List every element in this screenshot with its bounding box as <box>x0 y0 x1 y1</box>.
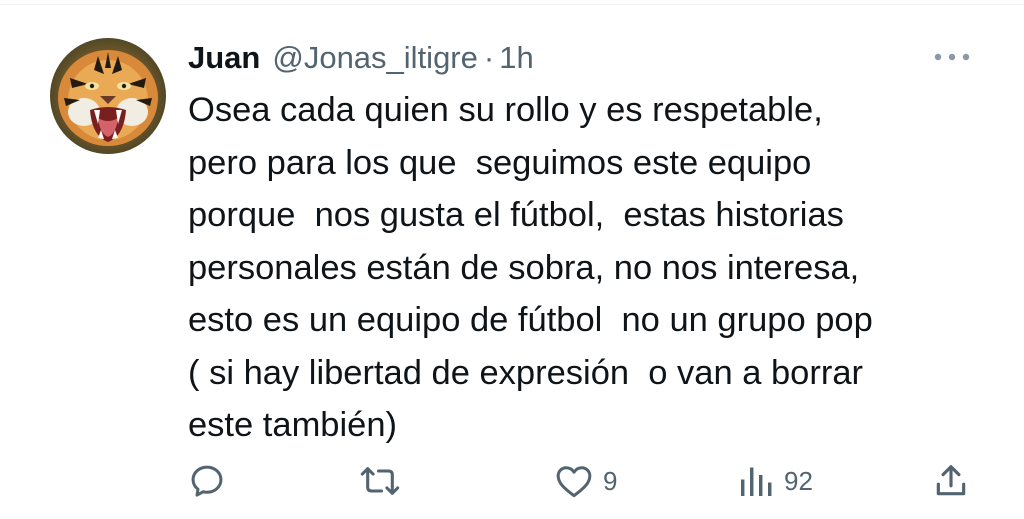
like-button[interactable]: 9 <box>555 455 617 507</box>
tweet-text-line: ( si hay libertad de expresión o van a b… <box>188 353 864 392</box>
avatar[interactable] <box>50 38 166 154</box>
user-handle[interactable]: @Jonas_iltigre <box>272 40 478 76</box>
display-name[interactable]: Juan <box>188 40 260 76</box>
reply-button[interactable] <box>188 455 226 507</box>
retweet-icon <box>360 467 400 495</box>
tweet-text-line: Osea cada quien su rollo y es respetable… <box>188 91 823 129</box>
views-button[interactable]: 92 <box>738 455 813 507</box>
tweet-header: Juan @Jonas_iltigre · 1h <box>188 36 534 80</box>
heart-icon <box>556 466 592 498</box>
tweet[interactable]: Juan @Jonas_iltigre · 1h Osea cada quien… <box>0 0 1024 519</box>
more-horizontal-icon <box>934 53 970 61</box>
views-chart-icon <box>741 467 772 496</box>
tweet-text-line: porque nos gusta el fútbol, estas histor… <box>188 196 844 234</box>
timestamp[interactable]: 1h <box>499 40 533 76</box>
tweet-text-line: personales están de sobra, no nos intere… <box>188 248 860 287</box>
tiger-avatar-icon <box>50 38 166 154</box>
like-count: 9 <box>603 465 618 496</box>
share-icon <box>936 465 966 496</box>
tweet-text: Osea cada quien su rollo y es respetable… <box>188 84 998 452</box>
tweet-text-line: pero para los que seguimos este equipo <box>188 143 812 182</box>
reply-icon <box>191 465 223 497</box>
action-bar: 9 92 <box>0 455 1024 507</box>
more-options-button[interactable] <box>930 42 974 72</box>
separator-dot: · <box>483 40 495 75</box>
views-count: 92 <box>784 465 813 496</box>
retweet-button[interactable] <box>360 455 400 507</box>
tweet-text-line: esto es un equipo de fútbol no un grupo … <box>188 301 873 339</box>
divider <box>0 4 1024 5</box>
share-button[interactable] <box>932 455 970 507</box>
tweet-text-line: este también) <box>188 406 398 444</box>
